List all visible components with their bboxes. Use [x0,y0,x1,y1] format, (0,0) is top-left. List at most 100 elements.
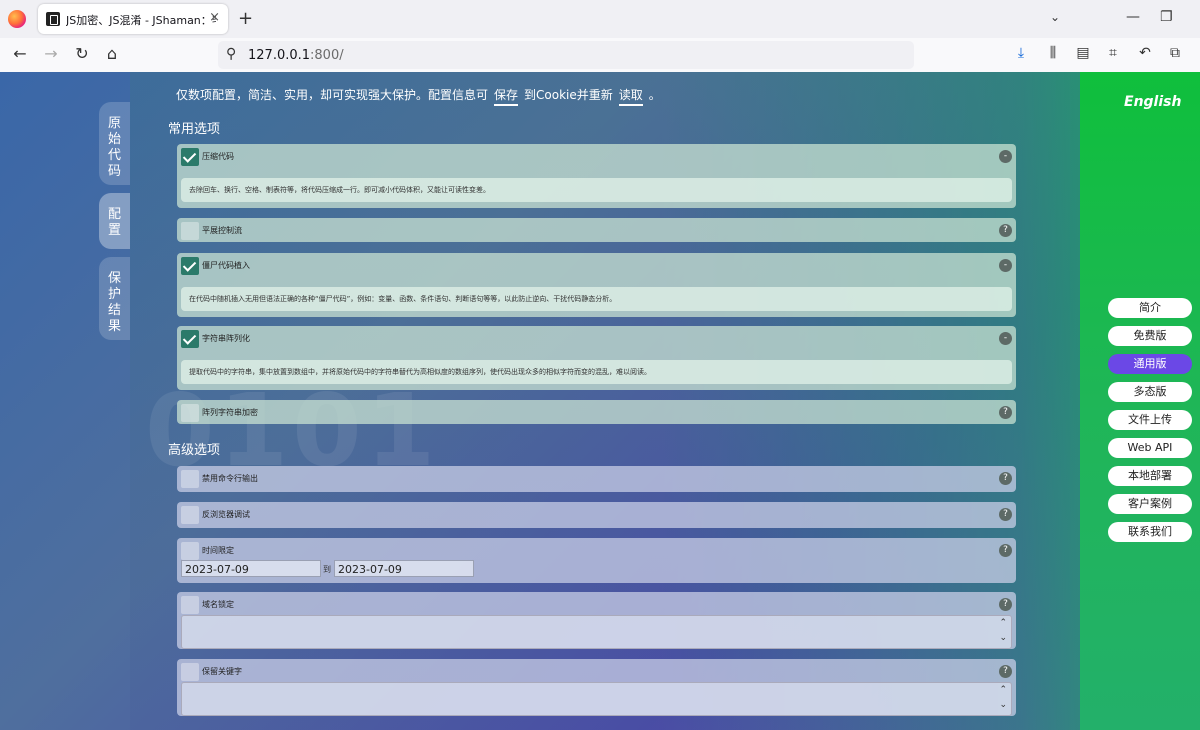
tab-config[interactable]: 配置 [99,193,130,249]
back-arrow-icon[interactable]: ← [9,44,31,63]
domain-lock-textarea[interactable]: ⌃ ⌄ [181,615,1012,649]
new-tab-button[interactable]: + [238,8,253,29]
url-text[interactable]: 127.0.0.1:800/ [248,48,344,63]
side-nav-web-api[interactable]: Web API [1108,438,1192,458]
side-nav-intro[interactable]: 简介 [1108,298,1192,318]
advanced-options-title: 高级选项 [168,443,221,458]
array-encrypt-label: 阵列字符串加密 [202,408,258,417]
end-date-input[interactable]: 2023-07-09 [334,560,474,577]
option-reserved-words: 保留关键字 ? ⌃ ⌄ [177,659,1016,716]
chevron-up-icon[interactable]: ⌃ [999,617,1007,629]
undo-icon[interactable]: ↶ [1135,45,1155,61]
flatten-label: 平展控制流 [202,226,242,235]
zombie-checkbox[interactable] [181,257,199,275]
load-link[interactable]: 读取 [618,86,643,106]
page-content: 0101 English 原始代码 配置 保护结果 仅数项配置，简洁、实用，却可… [0,72,1200,730]
help-icon[interactable]: ? [999,508,1012,521]
extensions-icon[interactable]: ⧉ [1165,45,1185,61]
option-time-limit: 时间限定 ? 2023-07-09 到 2023-07-09 [177,538,1016,583]
tab-protected-result[interactable]: 保护结果 [99,257,130,340]
english-link[interactable]: English [1124,94,1181,110]
option-flatten: 平展控制流 ? [177,218,1016,242]
library-icon[interactable]: ⫼ [1043,45,1063,61]
side-nav-polymorphic[interactable]: 多态版 [1108,382,1192,402]
anti-debug-checkbox[interactable] [181,506,199,524]
side-nav-file-upload[interactable]: 文件上传 [1108,410,1192,430]
tab-original-code-label: 原始代码 [107,116,121,179]
compress-checkbox[interactable] [181,148,199,166]
option-anti-debug: 反浏览器调试 ? [177,502,1016,528]
tab-config-label: 配置 [107,207,121,238]
help-icon[interactable]: ? [999,544,1012,557]
option-zombie-code: 僵尸代码植入 - 在代码中随机插入无用但语法正确的各种“僵尸代码”，例如：变量、… [177,253,1016,317]
minimize-button[interactable]: — [1126,9,1140,25]
help-icon[interactable]: ? [999,472,1012,485]
start-date-input[interactable]: 2023-07-09 [181,560,321,577]
compress-label: 压缩代码 [202,152,234,161]
compress-description: 去除回车、换行、空格、制表符等，将代码压缩成一行。即可减小代码体积，又能让可读性… [181,178,1012,202]
vertical-tabs: 原始代码 配置 保护结果 [99,102,130,348]
chevron-down-icon[interactable]: ⌄ [999,699,1007,711]
side-nav-cases[interactable]: 客户案例 [1108,494,1192,514]
side-nav-contact[interactable]: 联系我们 [1108,522,1192,542]
tab-title: JS加密、JS混淆 - JShaman：毛 [66,14,216,27]
browser-nav-bar: ← → ↻ ⌂ ⚲ 127.0.0.1:800/ ⤓ ⫼ ▤ ⌗ ↶ ⧉ [0,38,1200,73]
option-array-encrypt: 阵列字符串加密 ? [177,400,1016,424]
tab-protected-result-label: 保护结果 [107,271,121,334]
browser-tab[interactable]: JS加密、JS混淆 - JShaman：毛 × [38,4,228,34]
help-icon[interactable]: ? [999,598,1012,611]
collapse-icon[interactable]: - [999,259,1012,272]
chevron-up-icon[interactable]: ⌃ [999,684,1007,696]
collapse-icon[interactable]: - [999,150,1012,163]
intro-end: 。 [648,88,661,102]
anti-debug-label: 反浏览器调试 [202,510,250,519]
option-compress: 压缩代码 - 去除回车、换行、空格、制表符等，将代码压缩成一行。即可减小代码体积… [177,144,1016,208]
save-link[interactable]: 保存 [494,86,519,106]
tab-list-icon[interactable]: ⌄ [1050,10,1060,24]
reserved-words-textarea[interactable]: ⌃ ⌄ [181,682,1012,716]
string-array-checkbox[interactable] [181,330,199,348]
disable-console-checkbox[interactable] [181,470,199,488]
home-icon[interactable]: ⌂ [101,44,123,63]
help-icon[interactable]: ? [999,665,1012,678]
time-limit-checkbox[interactable] [181,542,199,560]
domain-lock-label: 域名锁定 [202,600,234,609]
date-to-label: 到 [323,565,331,574]
string-array-label: 字符串阵列化 [202,334,250,343]
option-domain-lock: 域名锁定 ? ⌃ ⌄ [177,592,1016,649]
side-nav: 简介 免费版 通用版 多态版 文件上传 Web API 本地部署 客户案例 联系… [1108,298,1192,550]
tab-favicon-icon [46,12,60,26]
url-bar[interactable]: ⚲ 127.0.0.1:800/ [218,41,914,69]
array-encrypt-checkbox[interactable] [181,404,199,422]
reserved-words-checkbox[interactable] [181,663,199,681]
time-limit-label: 时间限定 [202,546,234,555]
search-icon: ⚲ [226,46,237,62]
help-icon[interactable]: ? [999,406,1012,419]
help-icon[interactable]: ? [999,224,1012,237]
reload-icon[interactable]: ↻ [71,44,93,63]
side-nav-general[interactable]: 通用版 [1108,354,1192,374]
browser-tab-bar: JS加密、JS混淆 - JShaman：毛 × + ⌄ — ❐ [0,0,1200,38]
forward-arrow-icon[interactable]: → [40,44,62,63]
intro-middle: 到Cookie并重新 [524,88,613,102]
flatten-checkbox[interactable] [181,222,199,240]
option-disable-console: 禁用命令行输出 ? [177,466,1016,492]
tab-original-code[interactable]: 原始代码 [99,102,130,185]
intro-text: 仅数项配置，简洁、实用，却可实现强大保护。配置信息可 保存 到Cookie并重新 读取… [176,86,661,106]
zombie-label: 僵尸代码植入 [202,261,250,270]
restore-button[interactable]: ❐ [1160,9,1173,25]
firefox-logo-icon[interactable] [8,10,26,28]
zombie-description: 在代码中随机插入无用但语法正确的各种“僵尸代码”，例如：变量、函数、条件语句、判… [181,287,1012,311]
screenshot-icon[interactable]: ⌗ [1103,45,1123,61]
side-nav-free[interactable]: 免费版 [1108,326,1192,346]
tab-close-icon[interactable]: × [209,10,220,25]
collapse-icon[interactable]: - [999,332,1012,345]
chevron-down-icon[interactable]: ⌄ [999,632,1007,644]
sidebar-icon[interactable]: ▤ [1073,45,1093,61]
side-nav-local-deploy[interactable]: 本地部署 [1108,466,1192,486]
disable-console-label: 禁用命令行输出 [202,474,258,483]
download-icon[interactable]: ⤓ [1011,45,1031,61]
string-array-description: 提取代码中的字符串，集中放置到数组中，并将原始代码中的字符串替代为高相似度的数组… [181,360,1012,384]
option-string-array: 字符串阵列化 - 提取代码中的字符串，集中放置到数组中，并将原始代码中的字符串替… [177,326,1016,390]
domain-lock-checkbox[interactable] [181,596,199,614]
